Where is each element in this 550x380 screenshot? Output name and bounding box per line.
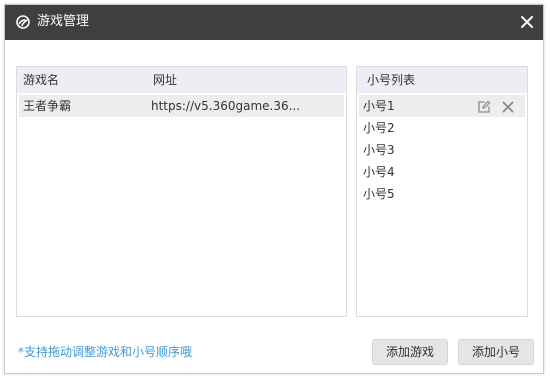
game-manager-window: 游戏管理 游戏名 网址 王者争霸 https://v5.360game.36..… <box>4 4 544 374</box>
close-icon[interactable] <box>520 15 534 29</box>
add-account-button[interactable]: 添加小号 <box>458 339 534 365</box>
games-table-header: 游戏名 网址 <box>17 67 346 93</box>
list-item[interactable]: 小号2 <box>359 117 525 139</box>
edit-icon[interactable] <box>477 99 491 113</box>
account-actions <box>471 99 515 113</box>
list-item[interactable]: 小号4 <box>359 161 525 183</box>
account-label: 小号2 <box>363 121 395 135</box>
list-item[interactable]: 小号3 <box>359 139 525 161</box>
account-label: 小号1 <box>363 99 395 113</box>
drag-hint-text: *支持拖动调整游戏和小号顺序哦 <box>18 345 193 359</box>
account-label: 小号3 <box>363 143 395 157</box>
table-row[interactable]: 王者争霸 https://v5.360game.36... <box>19 95 344 117</box>
delete-icon[interactable] <box>501 99 515 113</box>
list-item[interactable]: 小号1 <box>359 95 525 117</box>
accounts-list: 小号1 小号2 小号3 小号4 小号5 <box>359 95 525 205</box>
window-title: 游戏管理 <box>37 14 90 29</box>
column-header-url: 网址 <box>153 73 178 87</box>
accounts-list-title: 小号列表 <box>367 73 416 87</box>
add-game-button[interactable]: 添加游戏 <box>372 339 448 365</box>
360-logo-icon <box>16 15 30 29</box>
account-label: 小号4 <box>363 165 395 179</box>
accounts-list-panel: 小号列表 小号1 小号2 小号3 小号4 小号5 <box>356 66 528 317</box>
column-header-game-name: 游戏名 <box>23 73 60 87</box>
games-table: 游戏名 网址 王者争霸 https://v5.360game.36... <box>16 66 347 317</box>
accounts-list-header: 小号列表 <box>357 67 527 93</box>
account-label: 小号5 <box>363 187 395 201</box>
game-name-cell: 王者争霸 <box>23 99 72 113</box>
title-bar[interactable]: 游戏管理 <box>5 5 543 40</box>
game-url-cell: https://v5.360game.36... <box>151 99 301 113</box>
list-item[interactable]: 小号5 <box>359 183 525 205</box>
